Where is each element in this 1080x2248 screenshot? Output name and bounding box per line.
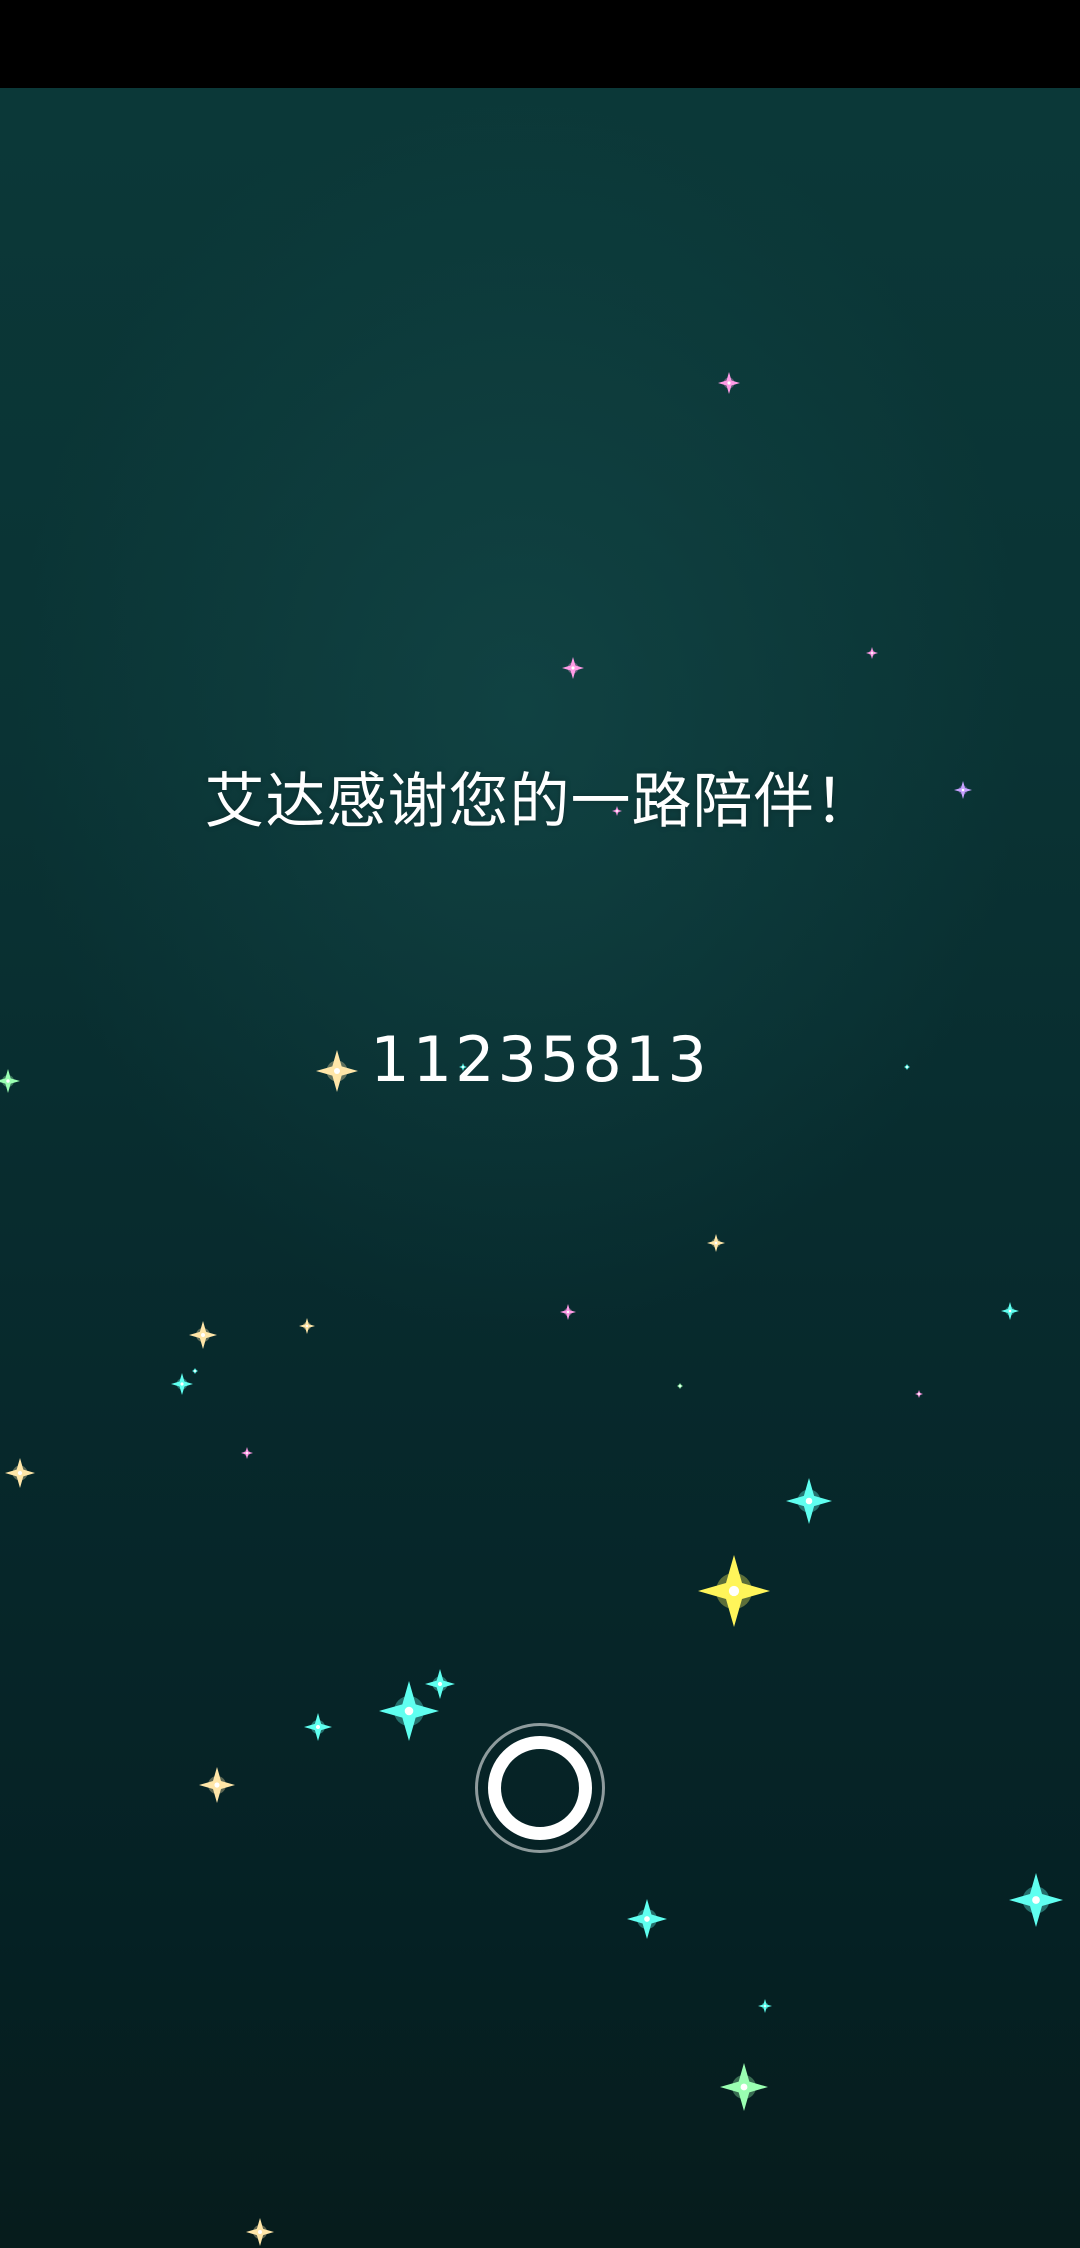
sparkle-star-icon: [1001, 1302, 1019, 1320]
sparkle-star-icon: [866, 647, 878, 659]
ring-icon: [488, 1736, 592, 1840]
sparkle-star-icon: [379, 1681, 439, 1741]
sparkle-star-icon: [246, 2218, 274, 2246]
starry-background: 艾达感谢您的一路陪伴！ 11235813: [0, 88, 1080, 2248]
sparkle-star-icon: [560, 1304, 576, 1320]
sparkle-star-icon: [786, 1478, 832, 1524]
sparkle-star-icon: [562, 657, 584, 679]
sparkle-star-icon: [304, 1713, 332, 1741]
sparkle-star-icon: [299, 1318, 315, 1334]
sparkle-star-icon: [1009, 1873, 1063, 1927]
sparkle-star-icon: [758, 1999, 772, 2013]
sparkle-star-icon: [5, 1458, 35, 1488]
sparkle-star-icon: [707, 1234, 725, 1252]
code-number: 11235813: [370, 1023, 710, 1096]
sparkle-star-icon: [720, 2063, 768, 2111]
status-bar: [0, 0, 1080, 88]
sparkle-star-icon: [915, 1390, 923, 1398]
game-screen: 艾达感谢您的一路陪伴！ 11235813: [0, 0, 1080, 2248]
ring-button[interactable]: [475, 1723, 605, 1853]
sparkle-star-icon: [425, 1669, 455, 1699]
sparkle-star-icon: [192, 1368, 198, 1374]
sparkle-star-icon: [189, 1321, 217, 1349]
sparkle-star-icon: [718, 372, 740, 394]
star-field: [0, 372, 1063, 2246]
sparkle-star-icon: [199, 1767, 235, 1803]
sparkle-star-icon: [241, 1447, 253, 1459]
sparkle-star-icon: [677, 1383, 683, 1389]
sparkle-star-icon: [171, 1373, 193, 1395]
thank-you-message: 艾达感谢您的一路陪伴！: [204, 767, 876, 837]
sparkle-star-icon: [627, 1899, 667, 1939]
sparkle-star-icon: [698, 1555, 770, 1627]
